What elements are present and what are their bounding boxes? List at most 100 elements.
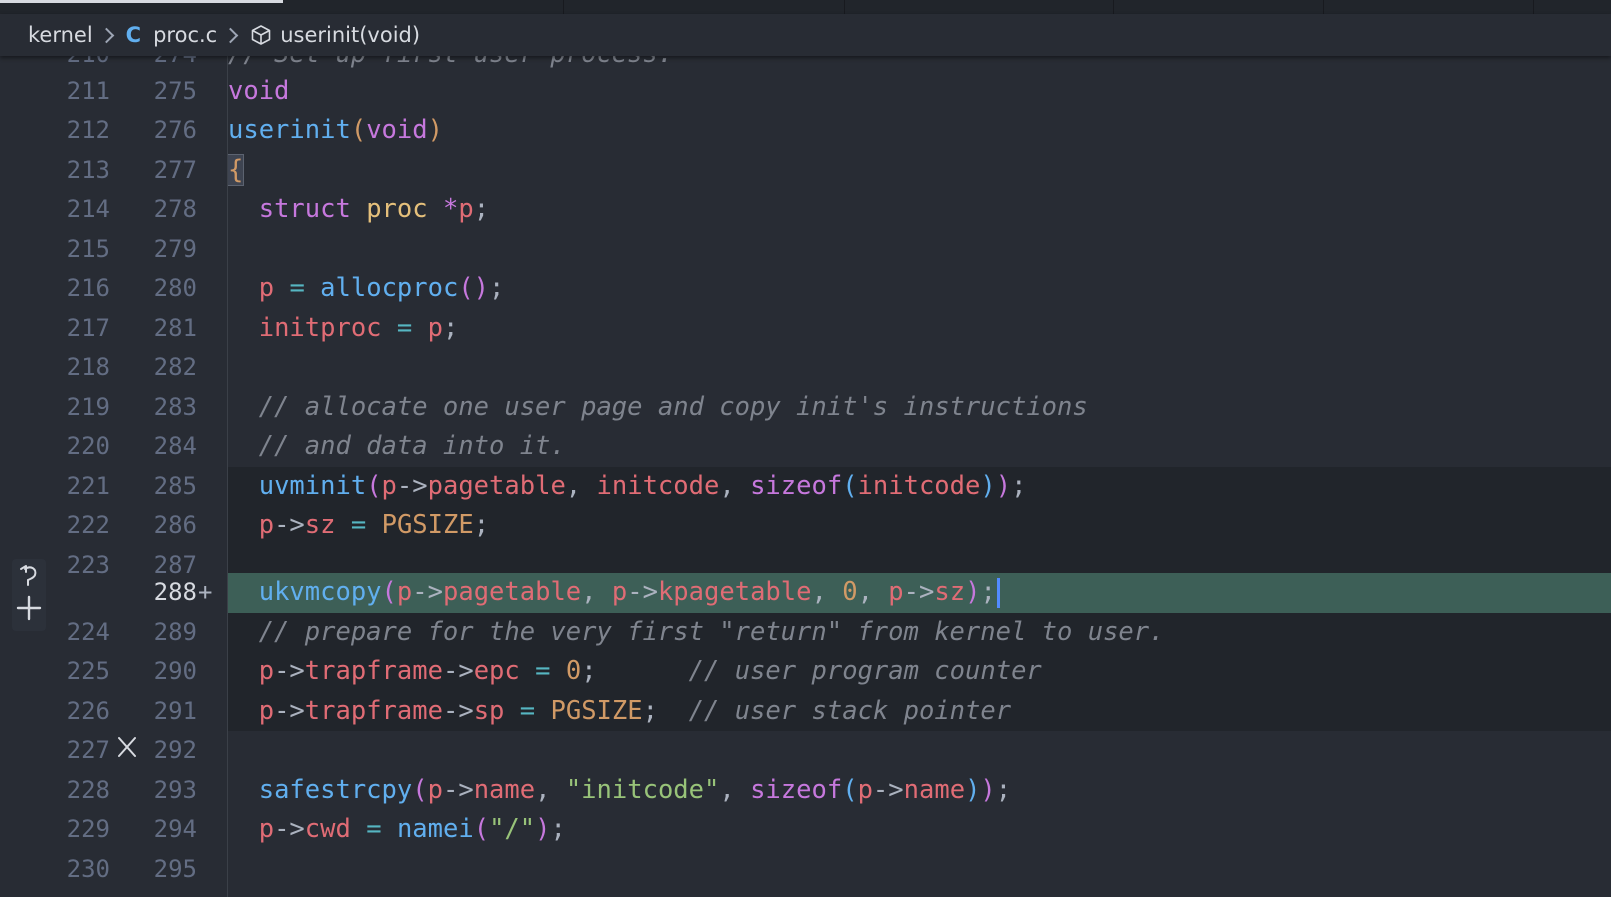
code-line[interactable]: 228 293 safestrcpy(p->name, "initcode", … (0, 771, 1611, 811)
old-line-number: 222 (66, 511, 110, 539)
new-line-number: 293 (153, 775, 197, 804)
new-line-number: 288 (153, 578, 197, 606)
diff-editor[interactable]: 210 274 // Set up first user process. 21… (0, 56, 1611, 897)
code-line[interactable]: 225 290 p->trapframe->epc = 0; // user p… (0, 652, 1611, 692)
old-line-number (40, 573, 110, 613)
code-line[interactable]: 222 286 p->sz = PGSIZE; (0, 506, 1611, 546)
code-text: p = allocproc(); (258, 273, 505, 303)
code-comment: // allocate one user page and copy init'… (228, 391, 1088, 422)
add-icon[interactable] (16, 595, 42, 621)
code-line[interactable]: 213 277 { (0, 151, 1611, 191)
old-line-number: 211 (66, 76, 110, 105)
old-line-number: 213 (66, 155, 110, 184)
code-line[interactable]: 229 294 p->cwd = namei("/"); (0, 810, 1611, 850)
code-text: p->trapframe->epc = 0; // user program c… (258, 656, 1042, 686)
old-line-number: 221 (66, 471, 110, 500)
new-line-number: 285 (153, 471, 197, 500)
old-line-number: 226 (66, 696, 110, 725)
new-line-number: 277 (153, 155, 197, 184)
new-line-number: 280 (153, 274, 197, 302)
old-line-number: 224 (66, 617, 110, 646)
code-line[interactable]: 218 282 (0, 348, 1611, 388)
code-text: ukvmcopy(p->pagetable, p->kpagetable, 0,… (228, 573, 1000, 613)
text-cursor (996, 578, 1000, 608)
code-text: { (226, 153, 245, 186)
tab-separator (1113, 0, 1114, 14)
code-line[interactable]: 212 276 userinit(void) (0, 111, 1611, 151)
code-text: uvminit(p->pagetable, initcode, sizeof(i… (258, 470, 1027, 501)
added-line-marker: + (198, 578, 213, 606)
new-line-number: 278 (153, 195, 197, 223)
old-line-number: 215 (66, 234, 110, 263)
code-line[interactable]: 227 292 (0, 731, 1611, 771)
code-line[interactable]: 216 280 p = allocproc(); (0, 269, 1611, 309)
breadcrumb: kernel C proc.c userinit(void) (0, 14, 1611, 56)
old-line-number: 230 (66, 854, 110, 883)
code-text: userinit(void) (228, 115, 443, 145)
new-line-number: 286 (153, 511, 197, 539)
tab-strip (0, 0, 1611, 14)
old-line-number: 228 (66, 775, 110, 804)
code-line[interactable]: 211 275 void (0, 72, 1611, 112)
new-line-number: 284 (153, 432, 197, 460)
code-text: p->sz = PGSIZE; (258, 510, 490, 540)
old-line-number: 214 (66, 195, 110, 223)
chevron-right-icon (98, 27, 114, 43)
code-line[interactable]: 226 291 p->trapframe->sp = PGSIZE; // us… (0, 691, 1611, 731)
code-line[interactable]: 224 289 // prepare for the very first "r… (0, 612, 1611, 652)
added-code-line[interactable]: 288 + ukvmcopy(p->pagetable, p->kpagetab… (0, 573, 1611, 613)
code-text: p->cwd = namei("/"); (258, 814, 566, 844)
tab-separator (563, 0, 564, 14)
code-line[interactable]: 220 284 // and data into it. (0, 427, 1611, 467)
breadcrumb-symbol[interactable]: userinit(void) (250, 23, 420, 47)
new-line-number: 294 (153, 815, 197, 843)
code-line[interactable]: 230 295 (0, 850, 1611, 890)
old-line-number: 229 (66, 815, 110, 843)
active-tab-indicator[interactable] (0, 0, 283, 3)
new-line-number: 279 (153, 234, 197, 263)
new-line-number: 290 (153, 657, 197, 685)
old-line-number: 217 (66, 313, 110, 342)
code-text: void (228, 75, 290, 106)
hunk-actions (12, 559, 46, 631)
new-line-number: 292 (153, 736, 197, 764)
new-line-number: 276 (153, 116, 197, 144)
code-text: struct proc *p; (258, 194, 490, 224)
code-line[interactable]: 221 285 uvminit(p->pagetable, initcode, … (0, 466, 1611, 506)
code-text: safestrcpy(p->name, "initcode", sizeof(p… (258, 774, 1012, 805)
c-file-icon: C (125, 23, 142, 47)
new-line-number: 283 (153, 392, 197, 421)
code-text: p->trapframe->sp = PGSIZE; // user stack… (258, 695, 1012, 726)
old-line-number: 225 (66, 657, 110, 685)
gutter-divider (227, 56, 228, 897)
code-line[interactable]: 217 281 initproc = p; (0, 309, 1611, 349)
old-line-number: 219 (66, 392, 110, 421)
code-text: initproc = p; (258, 312, 459, 343)
code-line[interactable]: 215 279 (0, 230, 1611, 270)
breadcrumb-folder[interactable]: kernel (28, 23, 93, 47)
new-line-number: 281 (153, 313, 197, 342)
old-line-number: 216 (66, 274, 110, 302)
old-line-number: 218 (66, 353, 110, 381)
breadcrumb-symbol-label: userinit(void) (280, 23, 421, 47)
new-line-number: 295 (153, 854, 197, 883)
old-line-number: 212 (66, 116, 110, 144)
code-comment: // and data into it. (228, 431, 566, 461)
tab-separator (1323, 0, 1324, 14)
tab-separator (1533, 0, 1534, 14)
old-line-number: 220 (66, 432, 110, 460)
close-x-icon[interactable] (117, 736, 137, 758)
revert-icon[interactable] (17, 563, 41, 591)
new-line-number: 291 (153, 696, 197, 725)
code-comment: // prepare for the very first "return" f… (228, 616, 1165, 647)
chevron-right-icon (222, 27, 239, 43)
breadcrumb-file[interactable]: C proc.c (126, 23, 218, 47)
code-line[interactable]: 214 278 struct proc *p; (0, 190, 1611, 230)
cube-icon (251, 25, 271, 45)
breadcrumb-folder-label: kernel (28, 23, 93, 47)
new-line-number: 289 (153, 617, 197, 646)
new-line-number: 275 (153, 76, 197, 105)
new-line-number: 282 (153, 353, 197, 381)
code-line[interactable]: 219 283 // allocate one user page and co… (0, 388, 1611, 428)
tab-separator (844, 0, 845, 14)
